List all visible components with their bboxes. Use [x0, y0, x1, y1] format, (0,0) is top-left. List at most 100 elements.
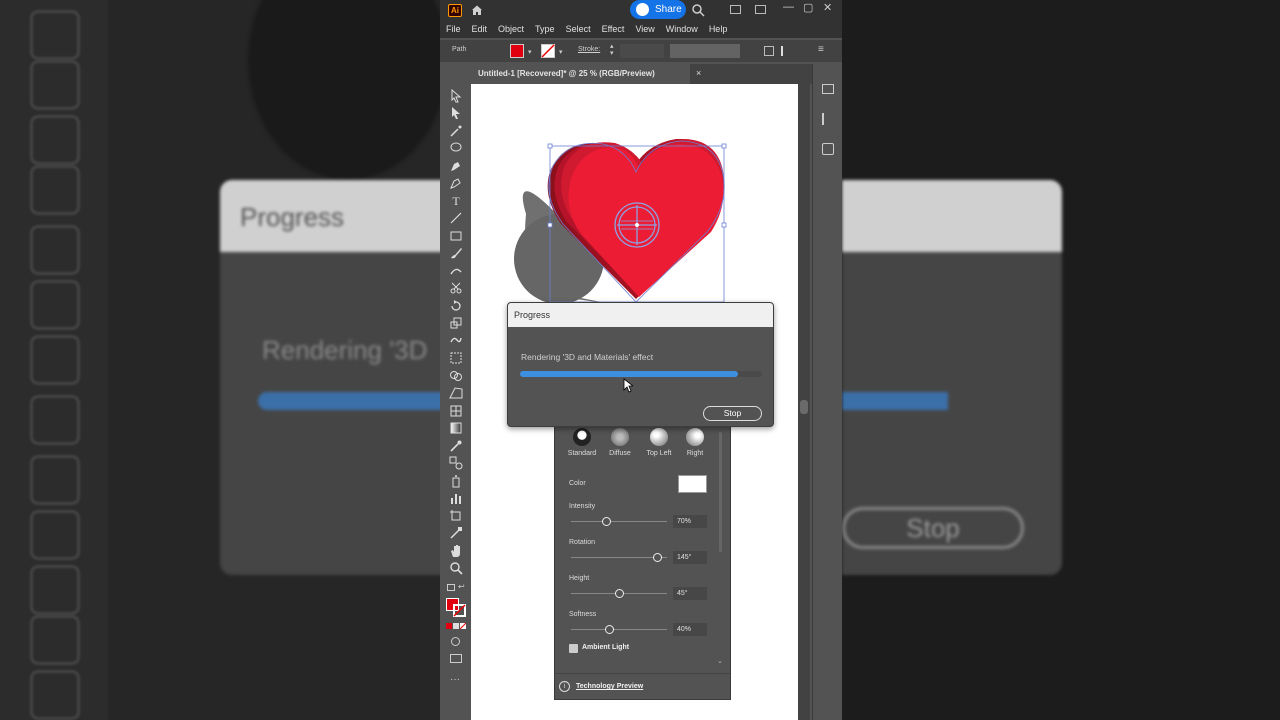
intensity-slider-knob[interactable] — [602, 517, 612, 526]
stroke-none-swatch[interactable] — [541, 44, 555, 58]
intensity-value[interactable]: 70% — [673, 515, 707, 528]
menu-view[interactable]: View — [635, 24, 654, 34]
warp-tool-icon[interactable] — [449, 334, 463, 348]
default-colors-icon[interactable] — [447, 584, 455, 591]
preset-diffuse[interactable]: Diffuse — [600, 428, 640, 457]
variable-width-profile[interactable] — [670, 44, 740, 58]
swap-colors-icon[interactable]: ↩ — [458, 582, 465, 591]
scroll-thumb[interactable] — [800, 400, 808, 414]
draw-mode-icon[interactable] — [451, 637, 460, 646]
menu-select[interactable]: Select — [566, 24, 591, 34]
share-button[interactable]: Share — [630, 0, 686, 19]
panel-menu-icon[interactable]: ≡ — [818, 44, 824, 55]
light-color-swatch[interactable] — [678, 475, 707, 493]
blend-tool-icon[interactable] — [449, 456, 463, 470]
color-mode-icon[interactable] — [446, 623, 452, 629]
pathfinder-panel-icon[interactable] — [822, 143, 834, 155]
symbol-sprayer-icon[interactable] — [449, 474, 463, 488]
ambient-light-label: Ambient Light — [582, 644, 630, 651]
height-value[interactable]: 45° — [673, 587, 707, 600]
stop-button[interactable]: Stop — [703, 406, 762, 421]
stroke-weight-field[interactable] — [620, 44, 664, 58]
shaper-tool-icon[interactable] — [449, 264, 463, 278]
color-label: Color — [569, 480, 586, 487]
properties-panel-icon[interactable] — [822, 84, 834, 94]
workspace-icon[interactable] — [755, 5, 766, 14]
preset-standard[interactable]: Standard — [562, 428, 602, 457]
perspective-grid-icon[interactable] — [449, 386, 463, 400]
gradient-mode-icon[interactable] — [453, 623, 459, 629]
softness-value[interactable]: 40% — [673, 623, 707, 636]
bg-dialog-title: Progress — [240, 202, 345, 232]
line-tool-icon[interactable] — [449, 211, 463, 225]
type-tool-icon[interactable]: T — [449, 194, 463, 208]
home-icon[interactable] — [471, 4, 483, 16]
menu-bar: File Edit Object Type Select Effect View… — [440, 20, 842, 38]
bg-brush-icon — [30, 10, 80, 60]
artboard-tool-icon[interactable] — [449, 509, 463, 523]
selection-tool-icon[interactable] — [449, 89, 463, 103]
fill-color-swatch[interactable] — [510, 44, 524, 58]
bg-perspective-icon — [30, 455, 80, 505]
gradient-tool-icon[interactable] — [449, 421, 463, 435]
tab-close-icon[interactable]: × — [696, 68, 701, 78]
softness-slider[interactable] — [571, 629, 667, 630]
screen-mode-icon[interactable] — [450, 654, 462, 663]
rotation-slider-knob[interactable] — [652, 553, 662, 562]
mesh-tool-icon[interactable] — [449, 404, 463, 418]
technology-preview-link[interactable]: Technology Preview — [576, 683, 643, 690]
preset-top-left[interactable]: Top Left — [639, 428, 679, 457]
rotate-tool-icon[interactable] — [449, 299, 463, 313]
zoom-tool-icon[interactable] — [449, 561, 463, 575]
menu-edit[interactable]: Edit — [472, 24, 488, 34]
menu-object[interactable]: Object — [498, 24, 524, 34]
lasso-tool-icon[interactable] — [449, 141, 463, 155]
height-slider-knob[interactable] — [614, 589, 624, 598]
softness-slider-knob[interactable] — [604, 625, 614, 634]
menu-help[interactable]: Help — [709, 24, 728, 34]
magic-wand-icon[interactable] — [449, 124, 463, 138]
maximize-icon[interactable]: ▢ — [803, 1, 813, 14]
curvature-tool-icon[interactable] — [449, 176, 463, 190]
bg-progress-dialog: Progress Rendering '3D — [220, 180, 440, 575]
none-mode-icon[interactable] — [460, 623, 466, 629]
distribute-icon[interactable] — [781, 46, 793, 56]
panel-scrollbar[interactable] — [719, 432, 722, 552]
shape-builder-icon[interactable] — [449, 369, 463, 383]
menu-effect[interactable]: Effect — [602, 24, 625, 34]
hand-tool-icon[interactable] — [449, 544, 463, 558]
menu-file[interactable]: File — [446, 24, 461, 34]
slice-tool-icon[interactable] — [449, 526, 463, 540]
stroke-indicator[interactable] — [453, 604, 466, 617]
arrange-documents-icon[interactable] — [730, 5, 741, 14]
align-icon[interactable] — [764, 46, 774, 56]
intensity-slider[interactable] — [571, 521, 667, 522]
rotation-value[interactable]: 145° — [673, 551, 707, 564]
pen-tool-icon[interactable] — [449, 159, 463, 173]
preset-right[interactable]: Right — [675, 428, 715, 457]
stroke-dropdown-icon[interactable]: ▾ — [559, 48, 563, 56]
align-panel-icon[interactable] — [822, 113, 834, 125]
vertical-scrollbar[interactable] — [798, 84, 810, 720]
preset-label: Top Left — [646, 450, 672, 457]
ambient-light-checkbox[interactable] — [569, 644, 578, 653]
eyedropper-tool-icon[interactable] — [449, 439, 463, 453]
minimize-icon[interactable]: — — [783, 1, 794, 13]
close-window-icon[interactable]: ✕ — [823, 1, 832, 14]
edit-toolbar-icon[interactable]: ··· — [450, 674, 460, 685]
bg-scale-icon — [30, 225, 80, 275]
rectangle-tool-icon[interactable] — [449, 229, 463, 243]
free-transform-icon[interactable] — [449, 351, 463, 365]
paintbrush-tool-icon[interactable] — [449, 246, 463, 260]
scale-tool-icon[interactable] — [449, 316, 463, 330]
menu-type[interactable]: Type — [535, 24, 555, 34]
column-graph-icon[interactable] — [449, 491, 463, 505]
fill-dropdown-icon[interactable]: ▾ — [528, 48, 532, 56]
scroll-down-icon[interactable]: ⌄ — [717, 657, 723, 665]
direct-selection-tool-icon[interactable] — [449, 106, 463, 120]
scissors-tool-icon[interactable] — [449, 281, 463, 295]
search-icon[interactable] — [691, 3, 705, 17]
document-tab[interactable]: Untitled-1 [Recovered]* @ 25 % (RGB/Prev… — [470, 64, 690, 84]
menu-window[interactable]: Window — [666, 24, 698, 34]
stroke-stepper[interactable]: ▴ ▾ — [610, 43, 614, 57]
